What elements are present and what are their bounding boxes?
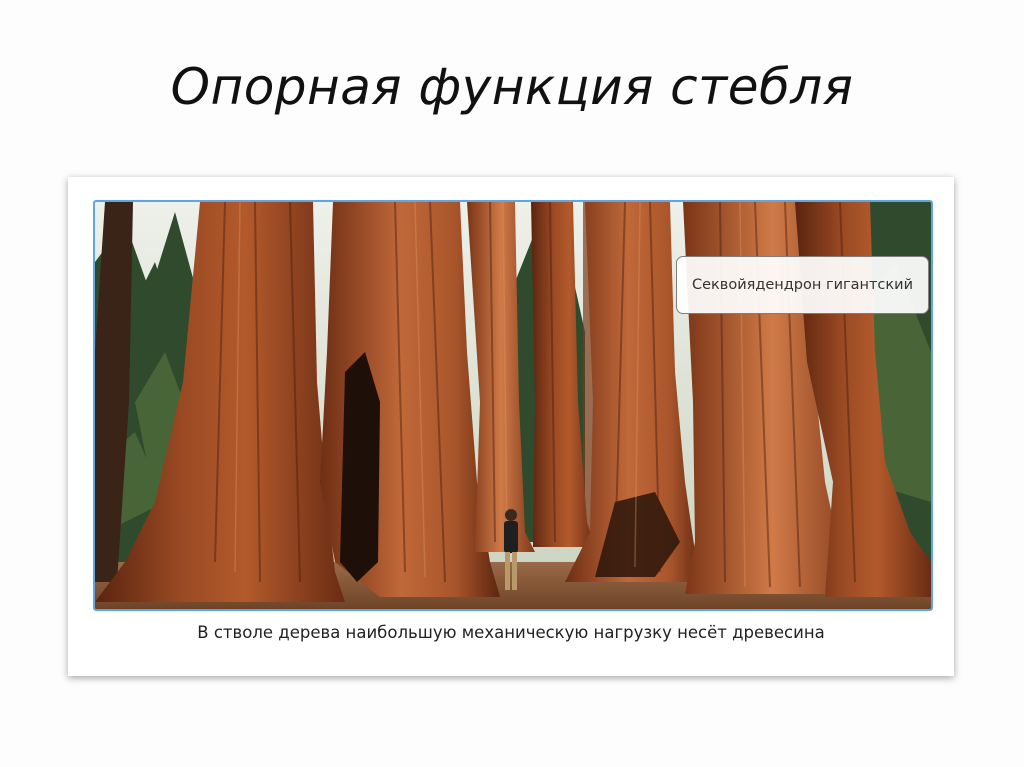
image-card: Секвойядендрон гигантский В стволе дерев… [68, 177, 954, 676]
species-label-text: Секвойядендрон гигантский [691, 277, 914, 293]
image-caption: В стволе дерева наибольшую механическую … [197, 623, 825, 642]
slide-title: Опорная функция стебля [170, 58, 854, 116]
species-label: Секвойядендрон гигантский [676, 256, 929, 314]
sequoia-photo: Секвойядендрон гигантский [93, 200, 933, 611]
